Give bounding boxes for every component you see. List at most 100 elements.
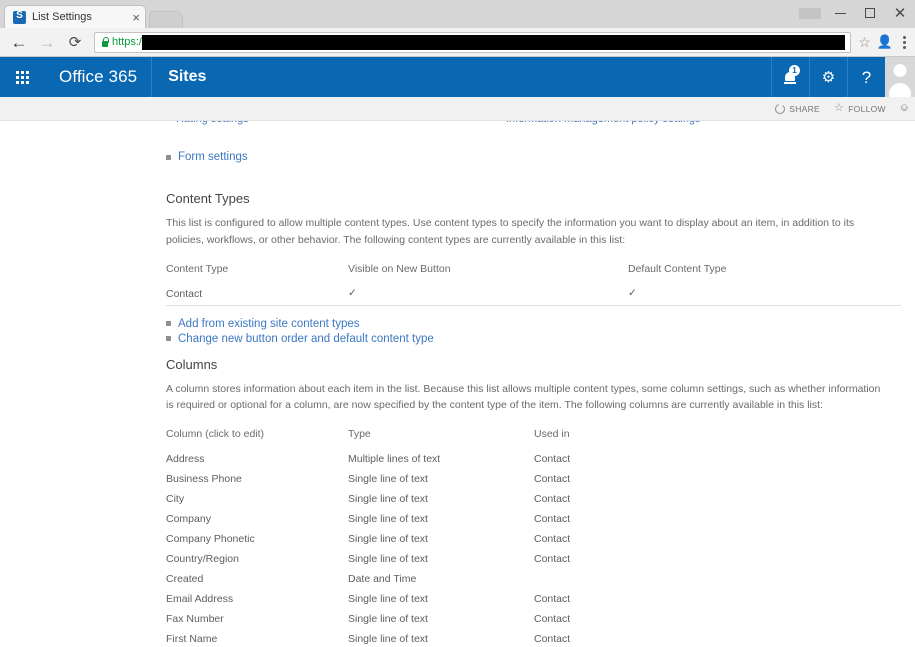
help-button[interactable]: ? — [847, 57, 885, 97]
notifications-button[interactable]: 1 — [771, 57, 809, 97]
cell-column-used-in: Contact — [534, 553, 571, 566]
link-change-new-button-order[interactable]: Change new button order and default cont… — [178, 333, 434, 345]
office365-brand-label: Office 365 — [59, 67, 138, 86]
link-form-settings[interactable]: Form settings — [178, 151, 248, 163]
table-row[interactable]: First Name Single line of text Contact — [166, 630, 901, 647]
cell-column-type: Single line of text — [348, 493, 428, 506]
table-row[interactable]: Fax Number Single line of text Contact — [166, 610, 901, 630]
columns-table-body: Address Multiple lines of text Contact Busi… — [166, 450, 901, 647]
sites-label: Sites — [168, 68, 207, 85]
content-types-description: This list is configured to allow multipl… — [166, 217, 855, 246]
table-row[interactable]: Email Address Single line of text Contact — [166, 590, 901, 610]
cell-column-name[interactable]: Fax Number — [166, 610, 348, 630]
table-row[interactable]: City Single line of text Contact — [166, 490, 901, 510]
chrome-menu-icon[interactable] — [900, 34, 909, 51]
clipped-link-left[interactable]: Rating settings — [176, 121, 249, 125]
lock-icon — [100, 37, 109, 48]
cell-column-name[interactable]: Created — [166, 570, 348, 590]
close-window-button[interactable]: ✕ — [885, 0, 915, 26]
cell-column-name[interactable]: Email Address — [166, 590, 348, 610]
cell-column-type: Single line of text — [348, 513, 428, 526]
link-row[interactable]: Add from existing site content types — [166, 318, 901, 330]
content-types-table: Content Type Visible on New Button Defau… — [166, 263, 901, 306]
table-row[interactable]: Business Phone Single line of text Contact — [166, 470, 901, 490]
sharepoint-favicon-icon — [13, 10, 26, 24]
url-scheme-text: https:/ — [112, 36, 142, 48]
cell-column-type: Single line of text — [348, 533, 428, 546]
cell-column-type: Multiple lines of text — [348, 453, 441, 466]
cell-column-name[interactable]: Company Phonetic — [166, 530, 348, 550]
cell-column-name[interactable]: Country/Region — [166, 550, 348, 570]
sites-link[interactable]: Sites — [152, 57, 222, 97]
link-add-from-existing-site-content-types[interactable]: Add from existing site content types — [178, 318, 360, 330]
header-used-in: Used in — [534, 428, 570, 441]
clipped-links-row: Rating settings Information management p… — [166, 121, 901, 135]
restore-ghost-button[interactable] — [795, 0, 825, 26]
back-button[interactable]: ← — [6, 29, 32, 55]
app-launcher-icon[interactable] — [0, 57, 45, 97]
link-row[interactable]: Change new button order and default cont… — [166, 333, 901, 345]
url-redaction-bar — [141, 34, 846, 50]
content-types-links: Add from existing site content types Cha… — [166, 318, 901, 345]
settings-button[interactable]: ⚙ — [809, 57, 847, 97]
star-icon: ☆ — [834, 102, 845, 114]
share-button[interactable]: SHARE — [775, 103, 821, 114]
table-row[interactable]: Company Single line of text Contact — [166, 510, 901, 530]
header-content-type: Content Type — [166, 262, 229, 275]
page-content: Rating settings Information management p… — [0, 121, 915, 647]
minimize-icon — [834, 12, 846, 14]
header-visible-on-new-button: Visible on New Button — [348, 262, 451, 275]
cell-column-used-in: Contact — [534, 533, 571, 546]
new-tab-button[interactable] — [149, 11, 183, 28]
minimize-button[interactable] — [825, 0, 855, 26]
header-type: Type — [348, 428, 371, 441]
link-row[interactable]: Form settings — [166, 151, 901, 163]
table-row[interactable]: Created Date and Time — [166, 570, 901, 590]
browser-tab-list-settings[interactable]: List Settings × — [4, 5, 146, 28]
focus-icon: ⎉ — [899, 102, 909, 114]
reload-button[interactable]: ⟳ — [62, 29, 88, 55]
close-icon: ✕ — [893, 4, 907, 22]
cell-column-used-in: Contact — [534, 453, 571, 466]
tab-title: List Settings — [32, 11, 92, 23]
clipped-link-right[interactable]: Information management policy settings — [506, 121, 700, 125]
cell-column-used-in: Contact — [534, 473, 571, 486]
cell-column-type: Date and Time — [348, 573, 417, 586]
cell-column-name[interactable]: Business Phone — [166, 470, 348, 490]
cell-column-type: Single line of text — [348, 553, 428, 566]
address-bar[interactable]: https:/ — [94, 31, 852, 53]
cell-column-used-in: Contact — [534, 593, 571, 606]
table-row[interactable]: Country/Region Single line of text Contact — [166, 550, 901, 570]
table-row[interactable]: Company Phonetic Single line of text Conta… — [166, 530, 901, 550]
share-follow-bar: SHARE ☆ FOLLOW ⎉ — [0, 97, 915, 121]
bookmark-star-icon[interactable]: ☆ — [858, 34, 871, 51]
office365-brand-link[interactable]: Office 365 — [45, 57, 153, 97]
share-label: SHARE — [789, 103, 821, 114]
forward-button[interactable]: → — [34, 29, 60, 55]
cell-default-check-icon: ✓ — [628, 286, 637, 299]
avatar-body-icon — [889, 83, 911, 97]
maximize-button[interactable] — [855, 0, 885, 26]
bullet-icon — [166, 154, 171, 160]
columns-description: A column stores information about each i… — [166, 382, 881, 412]
gear-icon: ⚙ — [821, 68, 836, 86]
user-avatar[interactable] — [885, 57, 915, 97]
cell-column-name[interactable]: Company — [166, 510, 348, 530]
cell-column-used-in: Contact — [534, 633, 571, 646]
window-controls: ✕ — [795, 0, 915, 26]
header-default-content-type: Default Content Type — [628, 262, 727, 275]
bullet-icon — [166, 336, 171, 342]
focus-on-content-button[interactable]: ⎉ — [900, 103, 909, 114]
header-column-click-to-edit: Column (click to edit) — [166, 428, 265, 441]
office365-suite-bar: Office 365 Sites 1 ⚙ ? — [0, 57, 915, 97]
tab-close-icon[interactable]: × — [132, 11, 140, 24]
table-row[interactable]: Address Multiple lines of text Contact — [166, 450, 901, 470]
table-row[interactable]: Contact ✓ ✓ — [166, 285, 901, 306]
cell-column-name[interactable]: Address — [166, 450, 348, 470]
cell-column-used-in: Contact — [534, 513, 571, 526]
cell-column-name[interactable]: City — [166, 490, 348, 510]
profile-icon[interactable]: 👤 — [877, 34, 893, 50]
follow-button[interactable]: ☆ FOLLOW — [834, 103, 886, 114]
form-settings-link-row: Form settings — [166, 151, 901, 163]
cell-column-name[interactable]: First Name — [166, 630, 348, 647]
